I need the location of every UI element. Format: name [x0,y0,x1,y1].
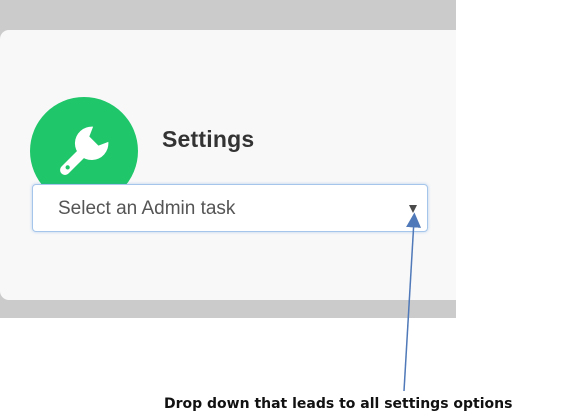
screenshot-stage: Settings Select an Admin task Drop down … [0,0,571,419]
admin-task-dropdown[interactable]: Select an Admin task [32,184,428,232]
admin-task-dropdown-label: Select an Admin task [58,198,236,219]
settings-title: Settings [162,126,255,152]
wrench-icon [46,113,122,189]
annotation-text: Drop down that leads to all settings opt… [164,396,513,412]
settings-card: Settings [0,30,456,300]
dropdown-arrow-icon[interactable] [409,205,417,213]
